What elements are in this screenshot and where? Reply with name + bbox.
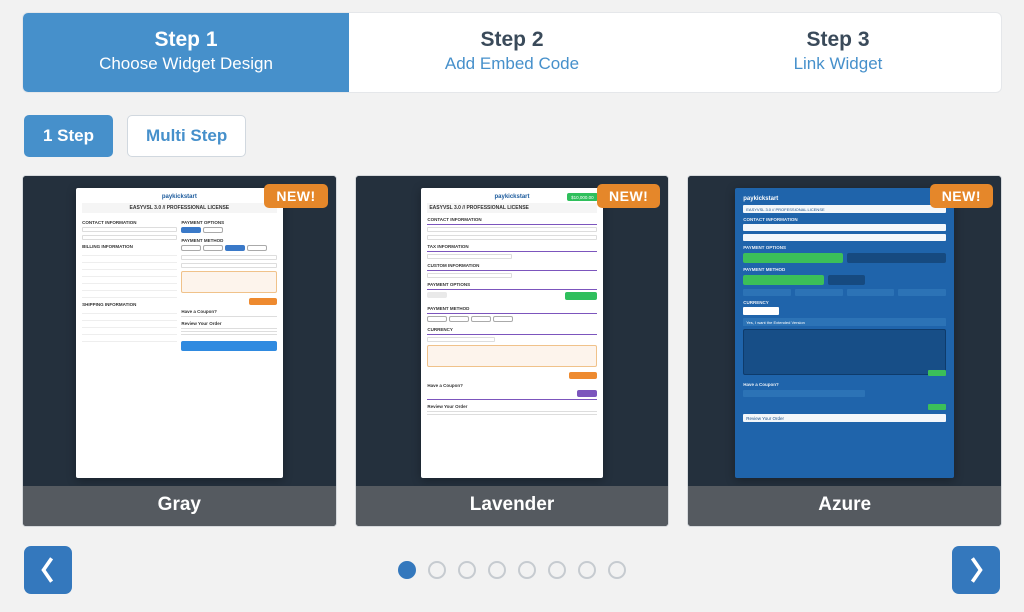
theme-gallery: NEW! paykickstart EASYVSL 3.0 // PROFESS… [22, 175, 1002, 527]
mode-multistep-button[interactable]: Multi Step [127, 115, 246, 157]
next-button[interactable] [952, 546, 1000, 594]
prev-button[interactable] [24, 546, 72, 594]
pagination-dot[interactable] [398, 561, 416, 579]
wizard-steps: Step 1 Choose Widget Design Step 2 Add E… [22, 12, 1002, 93]
new-badge: NEW! [597, 184, 660, 208]
step-title: Step 2 [349, 28, 675, 52]
chevron-left-icon [39, 555, 57, 585]
pagination-dot[interactable] [518, 561, 536, 579]
step-tab-2[interactable]: Step 2 Add Embed Code [349, 13, 675, 92]
pagination-dot[interactable] [578, 561, 596, 579]
theme-card-gray[interactable]: NEW! paykickstart EASYVSL 3.0 // PROFESS… [22, 175, 337, 527]
step-title: Step 1 [23, 28, 349, 52]
theme-preview: NEW! paykickstart EASYVSL 3.0 // PROFESS… [688, 176, 1001, 486]
step-subtitle: Add Embed Code [349, 54, 675, 74]
pagination-dot[interactable] [488, 561, 506, 579]
theme-preview: NEW! paykickstart EASYVSL 3.0 // PROFESS… [23, 176, 336, 486]
step-title: Step 3 [675, 28, 1001, 52]
mode-1step-button[interactable]: 1 Step [24, 115, 113, 157]
theme-name: Gray [23, 486, 336, 526]
theme-mockup: paykickstart EASYVSL 3.0 // PROFESSIONAL… [735, 188, 954, 478]
new-badge: NEW! [930, 184, 993, 208]
theme-name: Azure [688, 486, 1001, 526]
new-badge: NEW! [264, 184, 327, 208]
step-subtitle: Link Widget [675, 54, 1001, 74]
mode-selector: 1 Step Multi Step [22, 115, 1002, 157]
step-tab-3[interactable]: Step 3 Link Widget [675, 13, 1001, 92]
chevron-right-icon [967, 555, 985, 585]
pagination-dot[interactable] [548, 561, 566, 579]
pagination-dot[interactable] [458, 561, 476, 579]
pagination-dots [398, 561, 626, 579]
theme-mockup: paykickstart EASYVSL 3.0 // PROFESSIONAL… [76, 188, 282, 478]
theme-card-lavender[interactable]: NEW! $10,000.00 paykickstart EASYVSL 3.0… [355, 175, 670, 527]
theme-mockup: $10,000.00 paykickstart EASYVSL 3.0 // P… [421, 188, 602, 478]
pagination-dot[interactable] [608, 561, 626, 579]
gallery-pagination [22, 543, 1002, 597]
theme-preview: NEW! $10,000.00 paykickstart EASYVSL 3.0… [356, 176, 669, 486]
step-tab-1[interactable]: Step 1 Choose Widget Design [23, 13, 349, 92]
pagination-dot[interactable] [428, 561, 446, 579]
theme-card-azure[interactable]: NEW! paykickstart EASYVSL 3.0 // PROFESS… [687, 175, 1002, 527]
theme-name: Lavender [356, 486, 669, 526]
step-subtitle: Choose Widget Design [23, 54, 349, 74]
